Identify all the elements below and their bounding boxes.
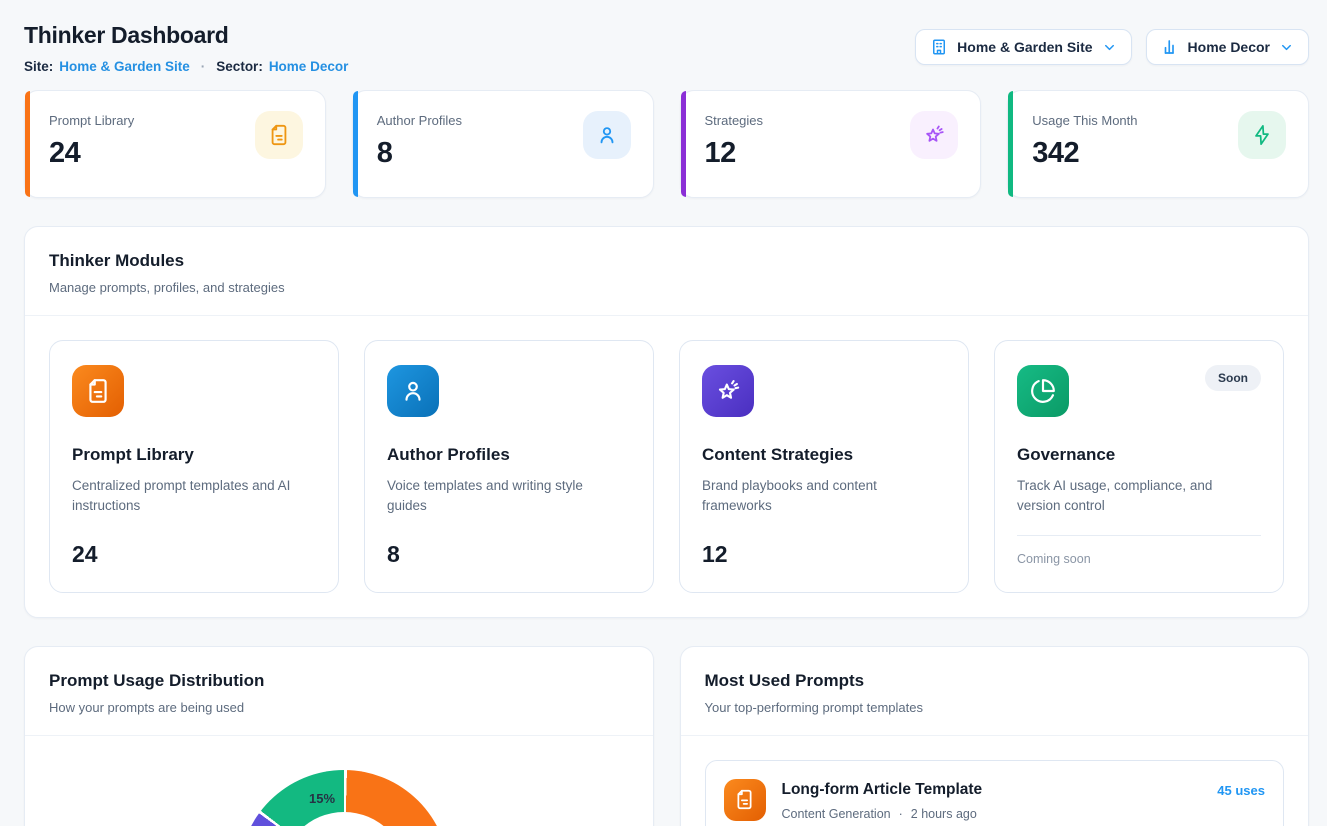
site-selector-dropdown[interactable]: Home & Garden Site — [915, 29, 1131, 65]
prompt-item-meta: Content Generation · 2 hours ago — [782, 807, 983, 821]
building-icon — [930, 38, 948, 56]
prompt-usage-panel: Prompt Usage Distribution How your promp… — [24, 646, 654, 826]
modules-grid: Prompt Library Centralized prompt templa… — [25, 316, 1308, 617]
prompt-list-item[interactable]: Long-form Article Template Content Gener… — [705, 760, 1285, 826]
prompts-panel-title: Most Used Prompts — [705, 671, 1285, 691]
module-description: Track AI usage, compliance, and version … — [1017, 476, 1249, 517]
site-link[interactable]: Home & Garden Site — [59, 59, 190, 74]
stat-card-usage[interactable]: Usage This Month 342 — [1007, 90, 1309, 198]
prompt-time: 2 hours ago — [911, 807, 977, 821]
dashboard-page: Thinker Dashboard Site: Home & Garden Si… — [0, 0, 1327, 826]
prompt-item-body: Long-form Article Template Content Gener… — [782, 779, 983, 821]
module-description: Brand playbooks and content frameworks — [702, 476, 934, 517]
sparkle-star-icon — [910, 111, 958, 159]
user-icon — [583, 111, 631, 159]
site-selector-value: Home & Garden Site — [957, 39, 1092, 55]
module-title: Governance — [1017, 445, 1261, 465]
page-title: Thinker Dashboard — [24, 22, 348, 49]
header: Thinker Dashboard Site: Home & Garden Si… — [24, 22, 1309, 74]
module-count: 24 — [72, 541, 316, 568]
sector-selector-value: Home Decor — [1188, 39, 1270, 55]
module-card-content-strategies[interactable]: Content Strategies Brand playbooks and c… — [679, 340, 969, 593]
modules-panel-header: Thinker Modules Manage prompts, profiles… — [25, 227, 1308, 316]
bottom-row: Prompt Usage Distribution How your promp… — [24, 646, 1309, 826]
document-icon — [72, 365, 124, 417]
header-selectors: Home & Garden Site Home Decor — [915, 29, 1309, 65]
module-card-governance[interactable]: Soon Governance Track AI usage, complian… — [994, 340, 1284, 593]
governance-divider — [1017, 535, 1261, 536]
site-label: Site: — [24, 59, 53, 74]
donut-segment-label: 15% — [309, 791, 335, 806]
pie-chart-icon — [1017, 365, 1069, 417]
usage-donut: 15% — [239, 770, 449, 826]
modules-panel-title: Thinker Modules — [49, 251, 1284, 271]
bar-chart-icon — [1161, 38, 1179, 56]
donut-hole — [281, 812, 407, 826]
prompt-item-title: Long-form Article Template — [782, 781, 983, 799]
module-description: Voice templates and writing style guides — [387, 476, 619, 517]
module-count: 8 — [387, 541, 631, 568]
stat-card-prompt-library[interactable]: Prompt Library 24 — [24, 90, 326, 198]
module-card-prompt-library[interactable]: Prompt Library Centralized prompt templa… — [49, 340, 339, 593]
stat-card-author-profiles[interactable]: Author Profiles 8 — [352, 90, 654, 198]
coming-soon-text: Coming soon — [1017, 552, 1261, 566]
chevron-down-icon — [1279, 40, 1294, 55]
module-card-author-profiles[interactable]: Author Profiles Voice templates and writ… — [364, 340, 654, 593]
module-title: Prompt Library — [72, 445, 316, 465]
stats-row: Prompt Library 24 Author Profiles 8 Stra… — [24, 90, 1309, 198]
module-title: Content Strategies — [702, 445, 946, 465]
usage-panel-header: Prompt Usage Distribution How your promp… — [25, 647, 653, 736]
meta-separator: · — [201, 59, 206, 74]
soon-badge: Soon — [1205, 365, 1261, 391]
usage-panel-title: Prompt Usage Distribution — [49, 671, 629, 691]
module-description: Centralized prompt templates and AI inst… — [72, 476, 304, 517]
prompt-uses-badge: 45 uses — [1217, 783, 1265, 798]
sector-label: Sector: — [216, 59, 263, 74]
lightning-icon — [1238, 111, 1286, 159]
thinker-modules-panel: Thinker Modules Manage prompts, profiles… — [24, 226, 1309, 618]
usage-panel-subtitle: How your prompts are being used — [49, 700, 629, 715]
sparkle-star-icon — [702, 365, 754, 417]
user-icon — [387, 365, 439, 417]
prompts-panel-subtitle: Your top-performing prompt templates — [705, 700, 1285, 715]
modules-panel-subtitle: Manage prompts, profiles, and strategies — [49, 280, 1284, 295]
prompts-panel-header: Most Used Prompts Your top-performing pr… — [681, 647, 1309, 736]
module-title: Author Profiles — [387, 445, 631, 465]
sector-link[interactable]: Home Decor — [269, 59, 349, 74]
sector-selector-dropdown[interactable]: Home Decor — [1146, 29, 1309, 65]
chevron-down-icon — [1102, 40, 1117, 55]
prompt-category: Content Generation — [782, 807, 891, 821]
meta-separator: · — [899, 807, 903, 821]
document-icon — [255, 111, 303, 159]
module-count: 12 — [702, 541, 946, 568]
document-icon — [724, 779, 766, 821]
most-used-prompts-panel: Most Used Prompts Your top-performing pr… — [680, 646, 1310, 826]
header-left: Thinker Dashboard Site: Home & Garden Si… — [24, 22, 348, 74]
breadcrumb: Site: Home & Garden Site · Sector: Home … — [24, 59, 348, 74]
stat-card-strategies[interactable]: Strategies 12 — [680, 90, 982, 198]
